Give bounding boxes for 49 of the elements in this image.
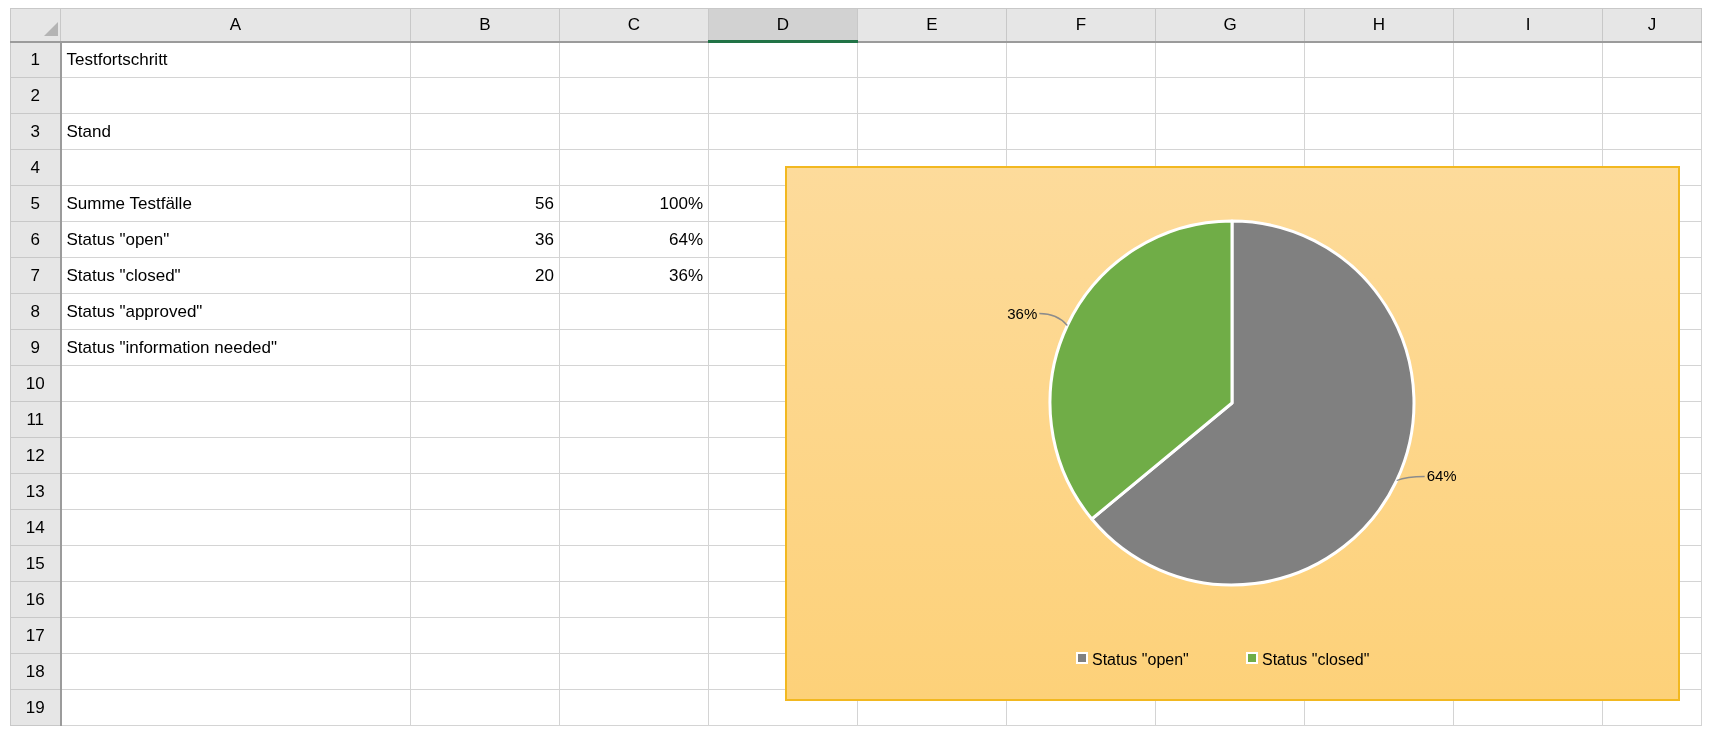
row-header[interactable]: 17 [10,617,61,654]
column-header[interactable]: D [708,8,858,42]
leader-line [1396,475,1426,482]
select-all-icon[interactable] [44,21,58,36]
row-header[interactable]: 18 [10,653,61,690]
row-header[interactable]: 19 [10,689,61,726]
column-header[interactable]: C [559,8,709,42]
row-header[interactable]: 12 [10,437,61,474]
legend-label: Status "closed" [1262,651,1370,668]
table-cell: Status "approved" [66,301,203,321]
column-header[interactable]: I [1453,8,1603,42]
row-header[interactable]: 14 [10,509,61,546]
table-cell: Status "closed" [66,265,181,285]
data-label: 64% [1426,467,1457,485]
row-header[interactable]: 16 [10,581,61,618]
table-cell: 100% [659,193,703,213]
table-cell: Status "information needed" [66,337,278,357]
column-header[interactable]: G [1155,8,1305,42]
column-header[interactable]: A [60,8,411,42]
column-header[interactable]: B [410,8,560,42]
row-header[interactable]: 4 [10,149,61,186]
row-header[interactable]: 6 [10,221,61,258]
table-cell: Status "open" [66,229,170,249]
table-cell: Testfortschritt [66,50,168,69]
row-header[interactable]: 1 [10,41,61,78]
row-header[interactable]: 3 [10,113,61,150]
row-header[interactable]: 5 [10,185,61,222]
table-cell: Stand [66,121,111,141]
row-header[interactable]: 7 [10,257,61,294]
row-header[interactable]: 8 [10,293,61,330]
table-cell: 64% [668,229,703,249]
table-cell: 20 [535,265,554,285]
legend-label: Status "open" [1092,651,1189,668]
row-header[interactable]: 2 [10,77,61,114]
table-cell: 36% [668,265,703,285]
row-header[interactable]: 11 [10,401,61,438]
row-header[interactable]: 10 [10,365,61,402]
column-header[interactable]: F [1006,8,1156,42]
data-label: 36% [1007,304,1038,322]
leader-line [1038,312,1068,327]
table-cell: Summe Testfälle [66,193,192,213]
row-header[interactable]: 15 [10,545,61,582]
table-cell: 36 [535,229,554,249]
column-header[interactable]: H [1304,8,1454,42]
column-header[interactable]: J [1602,8,1702,42]
column-header[interactable]: E [857,8,1007,42]
row-header[interactable]: 13 [10,473,61,510]
row-header[interactable]: 9 [10,329,61,366]
table-cell: 56 [535,193,554,213]
